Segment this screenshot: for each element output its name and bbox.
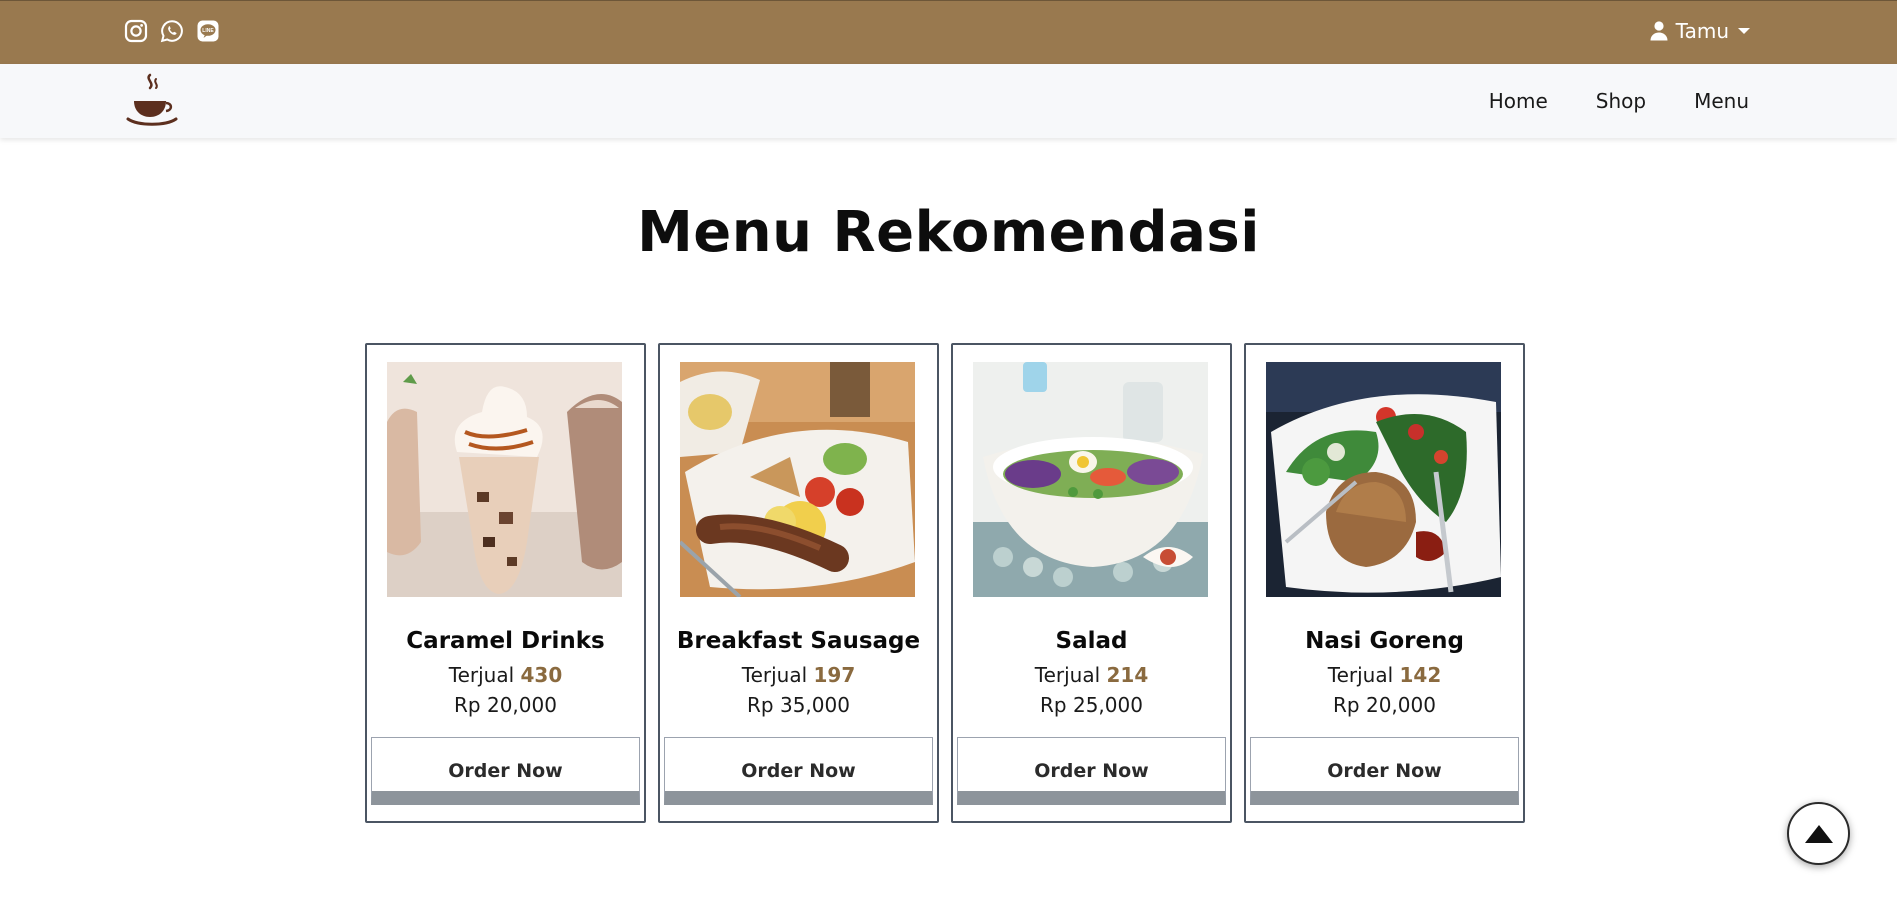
sold-count: 430 [520, 663, 563, 687]
user-label: Tamu [1675, 19, 1729, 43]
product-name: Salad [1055, 628, 1128, 654]
nav-shop[interactable]: Shop [1596, 89, 1646, 113]
coffee-cup-logo[interactable] [124, 71, 180, 131]
product-image-salad [973, 362, 1208, 597]
product-image-breakfast-sausage [680, 362, 915, 597]
scroll-to-top-button[interactable] [1787, 802, 1850, 865]
order-now-button[interactable]: Order Now [957, 737, 1226, 805]
chevron-down-icon [1738, 28, 1750, 34]
social-links: LINE [124, 19, 220, 43]
user-menu[interactable]: Tamu [1650, 19, 1751, 43]
product-sold: Terjual 197 [660, 663, 937, 687]
line-icon[interactable]: LINE [196, 19, 220, 43]
navbar: Home Shop Menu [0, 64, 1897, 138]
product-image-caramel-drinks [387, 362, 622, 597]
user-icon [1650, 21, 1668, 41]
sold-label: Terjual [1034, 663, 1101, 687]
svg-text:LINE: LINE [202, 28, 214, 34]
product-sold: Terjual 430 [367, 663, 644, 687]
product-card: Caramel Drinks Terjual 430 Rp 20,000 Ord… [365, 343, 646, 823]
order-now-button[interactable]: Order Now [664, 737, 933, 805]
product-card: Salad Terjual 214 Rp 25,000 Order Now [951, 343, 1232, 823]
product-price: Rp 20,000 [1333, 693, 1436, 717]
sold-count: 197 [813, 663, 856, 687]
nav-home[interactable]: Home [1489, 89, 1548, 113]
sold-label: Terjual [448, 663, 515, 687]
product-price: Rp 35,000 [747, 693, 850, 717]
product-name: Breakfast Sausage [676, 628, 921, 654]
nav-links: Home Shop Menu [1489, 64, 1749, 138]
whatsapp-icon[interactable] [160, 19, 184, 43]
sold-label: Terjual [1327, 663, 1394, 687]
product-sold: Terjual 142 [1246, 663, 1523, 687]
order-now-button[interactable]: Order Now [1250, 737, 1519, 805]
sold-count: 142 [1399, 663, 1442, 687]
instagram-icon[interactable] [124, 19, 148, 43]
product-name: Nasi Goreng [1305, 628, 1464, 654]
nav-menu[interactable]: Menu [1694, 89, 1749, 113]
product-card: Breakfast Sausage Terjual 197 Rp 35,000 … [658, 343, 939, 823]
product-list: Caramel Drinks Terjual 430 Rp 20,000 Ord… [365, 343, 1525, 823]
product-sold: Terjual 214 [953, 663, 1230, 687]
sold-label: Terjual [741, 663, 808, 687]
product-price: Rp 20,000 [454, 693, 557, 717]
top-bar: LINE Tamu [0, 0, 1897, 64]
page-title: Menu Rekomendasi [637, 200, 1260, 265]
triangle-up-icon [1804, 824, 1833, 843]
product-image-nasi-goreng [1266, 362, 1501, 597]
order-now-button[interactable]: Order Now [371, 737, 640, 805]
product-card: Nasi Goreng Terjual 142 Rp 20,000 Order … [1244, 343, 1525, 823]
product-price: Rp 25,000 [1040, 693, 1143, 717]
product-name: Caramel Drinks [406, 628, 605, 654]
sold-count: 214 [1106, 663, 1149, 687]
